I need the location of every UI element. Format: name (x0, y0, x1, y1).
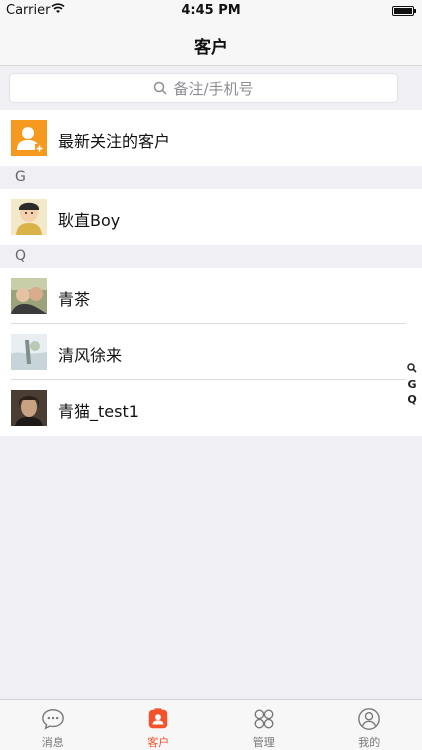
section-letter: Q (15, 248, 27, 264)
avatar (11, 278, 47, 314)
tab-me[interactable]: 我的 (317, 700, 422, 750)
tab-label: 管理 (252, 736, 275, 749)
contact-row[interactable]: 青猫_test1 (0, 380, 422, 436)
page-title: 客户 (194, 38, 228, 58)
new-follow-label: 最新关注的客户 (58, 132, 171, 151)
index-letter[interactable]: G (407, 377, 416, 392)
contact-card-icon (149, 708, 168, 729)
battery-icon (392, 6, 416, 16)
navigation-bar: 客户 (0, 22, 422, 66)
tab-label: 我的 (358, 736, 381, 749)
grid-petals-icon (254, 709, 274, 729)
index-search-icon[interactable] (407, 362, 417, 377)
section-header-q: Q (0, 245, 422, 268)
search-icon (154, 81, 167, 95)
status-bar: Carrier 4:45 PM (0, 0, 422, 22)
chat-bubble-icon (41, 709, 64, 730)
user-circle-icon (358, 708, 381, 730)
section-header-g: G (0, 166, 422, 189)
section-index[interactable]: G Q (406, 362, 418, 407)
clock: 4:45 PM (181, 3, 241, 18)
contact-name: 清风徐来 (58, 346, 123, 365)
contact-row[interactable]: 清风徐来 (0, 324, 422, 380)
contact-name: 青茶 (58, 290, 91, 309)
contact-name: 青猫_test1 (58, 402, 139, 421)
index-letter[interactable]: Q (407, 392, 416, 407)
tab-customers[interactable]: 客户 (106, 700, 212, 750)
avatar (11, 390, 47, 426)
new-follow-row[interactable]: 最新关注的客户 (0, 110, 422, 166)
avatar (11, 199, 47, 235)
tab-messages[interactable]: 消息 (0, 700, 106, 750)
contact-name: 耿直Boy (58, 211, 121, 230)
add-user-icon (11, 120, 47, 156)
avatar (11, 334, 47, 370)
contact-row[interactable]: 青茶 (0, 268, 422, 324)
tab-management[interactable]: 管理 (211, 700, 317, 750)
search-area: 备注/手机号 (0, 66, 422, 110)
section-letter: G (15, 169, 26, 185)
tab-label: 消息 (41, 736, 64, 749)
search-input[interactable]: 备注/手机号 (9, 73, 398, 103)
tab-bar: 消息 客户 管理 我的 (0, 699, 422, 750)
contact-row[interactable]: 耿直Boy (0, 189, 422, 245)
tab-label: 客户 (147, 736, 170, 749)
search-placeholder: 备注/手机号 (173, 79, 254, 98)
